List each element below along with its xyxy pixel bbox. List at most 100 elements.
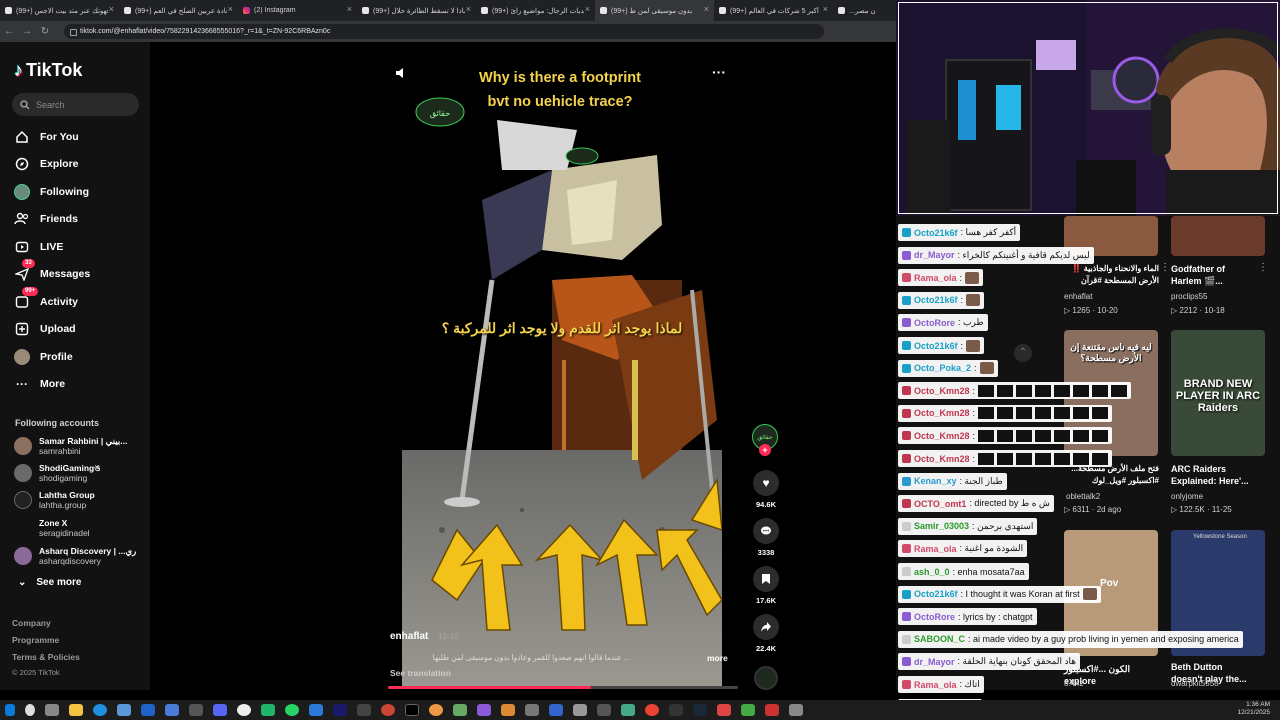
obs-icon[interactable] (381, 704, 395, 716)
feed-thumbnail[interactable]: BRAND NEW PLAYER IN ARC Raiders (1171, 330, 1265, 456)
nav-for-you[interactable]: For You (14, 127, 79, 147)
task-view-icon[interactable] (45, 704, 59, 716)
app-icon[interactable] (525, 704, 539, 716)
description-more-link[interactable]: more (707, 653, 728, 663)
close-icon[interactable]: × (466, 4, 471, 14)
video-player[interactable]: حقائق (402, 60, 722, 686)
forward-icon[interactable]: → (18, 26, 36, 37)
scroll-up-icon[interactable]: ⌃ (1014, 344, 1032, 362)
app-icon[interactable] (501, 704, 515, 716)
close-icon[interactable]: × (585, 4, 590, 14)
browser-tab[interactable]: (99+) فهوتك عنر متد بيت الاجس × (0, 0, 119, 21)
nav-live[interactable]: LIVE (14, 237, 63, 257)
follow-plus-icon[interactable]: + (759, 444, 771, 456)
app-icon[interactable] (717, 704, 731, 716)
video-author[interactable]: enhaflat (390, 631, 428, 642)
feed-card-author[interactable]: enhaflat (1064, 292, 1092, 301)
following-account[interactable]: Zone Xseragidinadel (14, 516, 144, 540)
app-icon[interactable] (165, 704, 179, 716)
app-icon[interactable] (429, 704, 443, 716)
footer-link-programme[interactable]: Programme (12, 635, 59, 645)
video-progress-bar[interactable] (388, 686, 738, 689)
app-icon[interactable] (573, 704, 587, 716)
app-icon[interactable] (789, 704, 803, 716)
like-button[interactable]: ♥ 94.6K (752, 470, 780, 509)
premiere-icon[interactable] (333, 704, 347, 716)
tiktok-logo[interactable]: ♪ TikTok (14, 60, 82, 81)
browser-tab-active[interactable]: (99+) بدون موسيقى لمن ط × (595, 0, 714, 21)
app-icon[interactable] (741, 704, 755, 716)
close-icon[interactable]: × (347, 4, 352, 14)
app-icon[interactable] (189, 704, 203, 716)
back-icon[interactable]: ← (0, 26, 18, 37)
app-icon[interactable] (621, 704, 635, 716)
more-options-icon[interactable]: ··· (712, 64, 726, 80)
following-account[interactable]: ShodiGamingঙ shodigaming (14, 461, 144, 485)
nav-explore[interactable]: Explore (14, 154, 79, 174)
browser-tab[interactable]: (99+) أكبر 5 شركات في العالم × (714, 0, 833, 21)
app-icon[interactable] (477, 704, 491, 716)
reload-icon[interactable]: ↻ (36, 26, 54, 37)
store-icon[interactable] (117, 704, 131, 716)
feed-card-title[interactable]: الماء والانحناء والجاذبية ‼️ الأرض المسط… (1064, 263, 1159, 287)
browser-tab[interactable]: (99+) تحديات الرجال: مواضيع رائ × (476, 0, 595, 21)
browser-tab[interactable]: ...ن مصر (833, 0, 896, 21)
whatsapp-icon[interactable] (285, 704, 299, 716)
app-icon[interactable] (261, 704, 275, 716)
footer-link-company[interactable]: Company (12, 618, 51, 628)
browser-tab[interactable]: (99+) اعادة عربين الصلح في العم × (119, 0, 238, 21)
app-icon[interactable] (237, 704, 251, 716)
feed-card-author[interactable]: oblettalk2 (1066, 492, 1100, 501)
nav-activity[interactable]: 99+ Activity (14, 287, 78, 312)
app-icon[interactable] (453, 704, 467, 716)
app-icon[interactable] (669, 704, 683, 716)
feed-card-author[interactable]: proclips55 (1171, 292, 1207, 301)
url-field[interactable]: tiktok.com/@enhaflat/video/7582291423668… (64, 24, 824, 39)
nav-friends[interactable]: Friends (14, 209, 78, 229)
close-icon[interactable]: × (823, 4, 828, 14)
close-icon[interactable]: × (704, 4, 709, 14)
following-account[interactable]: Asharq Discovery | ...ري asharqdiscovery (14, 544, 144, 568)
chrome-icon[interactable] (645, 704, 659, 716)
close-icon[interactable]: × (228, 4, 233, 14)
share-button[interactable]: 22.4K (752, 614, 780, 653)
more-vertical-icon[interactable]: ⋮ (1258, 262, 1268, 273)
see-more-button[interactable]: ⌄ See more (18, 577, 81, 588)
search-icon[interactable] (25, 704, 35, 716)
file-explorer-icon[interactable] (69, 704, 83, 716)
browser-tab[interactable]: (99+) لماذا لا تسقط الطائرة حلال × (357, 0, 476, 21)
browser-tab[interactable]: (2) Instagram × (238, 0, 357, 21)
close-icon[interactable]: × (109, 4, 114, 14)
app-icon[interactable] (549, 704, 563, 716)
feed-card-title[interactable]: Godfather of Harlem 🎬... (1171, 263, 1256, 287)
nav-following[interactable]: Following (14, 182, 89, 202)
steam-icon[interactable] (693, 704, 707, 716)
comment-button[interactable]: 3338 (752, 518, 780, 557)
volume-icon[interactable] (394, 66, 410, 82)
app-icon[interactable] (309, 704, 323, 716)
app-icon[interactable] (765, 704, 779, 716)
feed-thumbnail[interactable] (1171, 216, 1265, 256)
feed-card-author[interactable]: dwarpkit5558 (1171, 679, 1219, 688)
following-account[interactable]: Samar Rahbini | بيني... samrahbini (14, 434, 144, 458)
music-disc-icon[interactable] (754, 666, 778, 690)
feed-card-title[interactable]: ARC Raiders Explained: Here'... (1171, 463, 1256, 487)
system-clock[interactable]: 1:36 AM 12/21/2025 (1237, 701, 1270, 717)
nav-upload[interactable]: Upload (14, 319, 76, 339)
outlook-icon[interactable] (141, 704, 155, 716)
save-button[interactable]: 17.6K (752, 566, 780, 605)
more-vertical-icon[interactable]: ⋮ (1160, 262, 1170, 273)
see-translation-link[interactable]: See translation (390, 668, 451, 678)
feed-card-author[interactable]: onlyjome (1171, 492, 1203, 501)
discord-icon[interactable] (213, 704, 227, 716)
nav-messages[interactable]: 33 Messages (14, 259, 90, 284)
edge-icon[interactable] (93, 704, 107, 716)
footer-link-terms[interactable]: Terms & Policies (12, 652, 80, 662)
tiktok-icon[interactable] (405, 704, 419, 716)
feed-card-author[interactable]: 8.44z (1064, 679, 1084, 688)
windows-start-icon[interactable] (5, 704, 15, 716)
app-icon[interactable] (597, 704, 611, 716)
nav-more[interactable]: ··· More (14, 374, 65, 394)
search-input[interactable]: Search (12, 93, 139, 116)
app-icon[interactable] (357, 704, 371, 716)
